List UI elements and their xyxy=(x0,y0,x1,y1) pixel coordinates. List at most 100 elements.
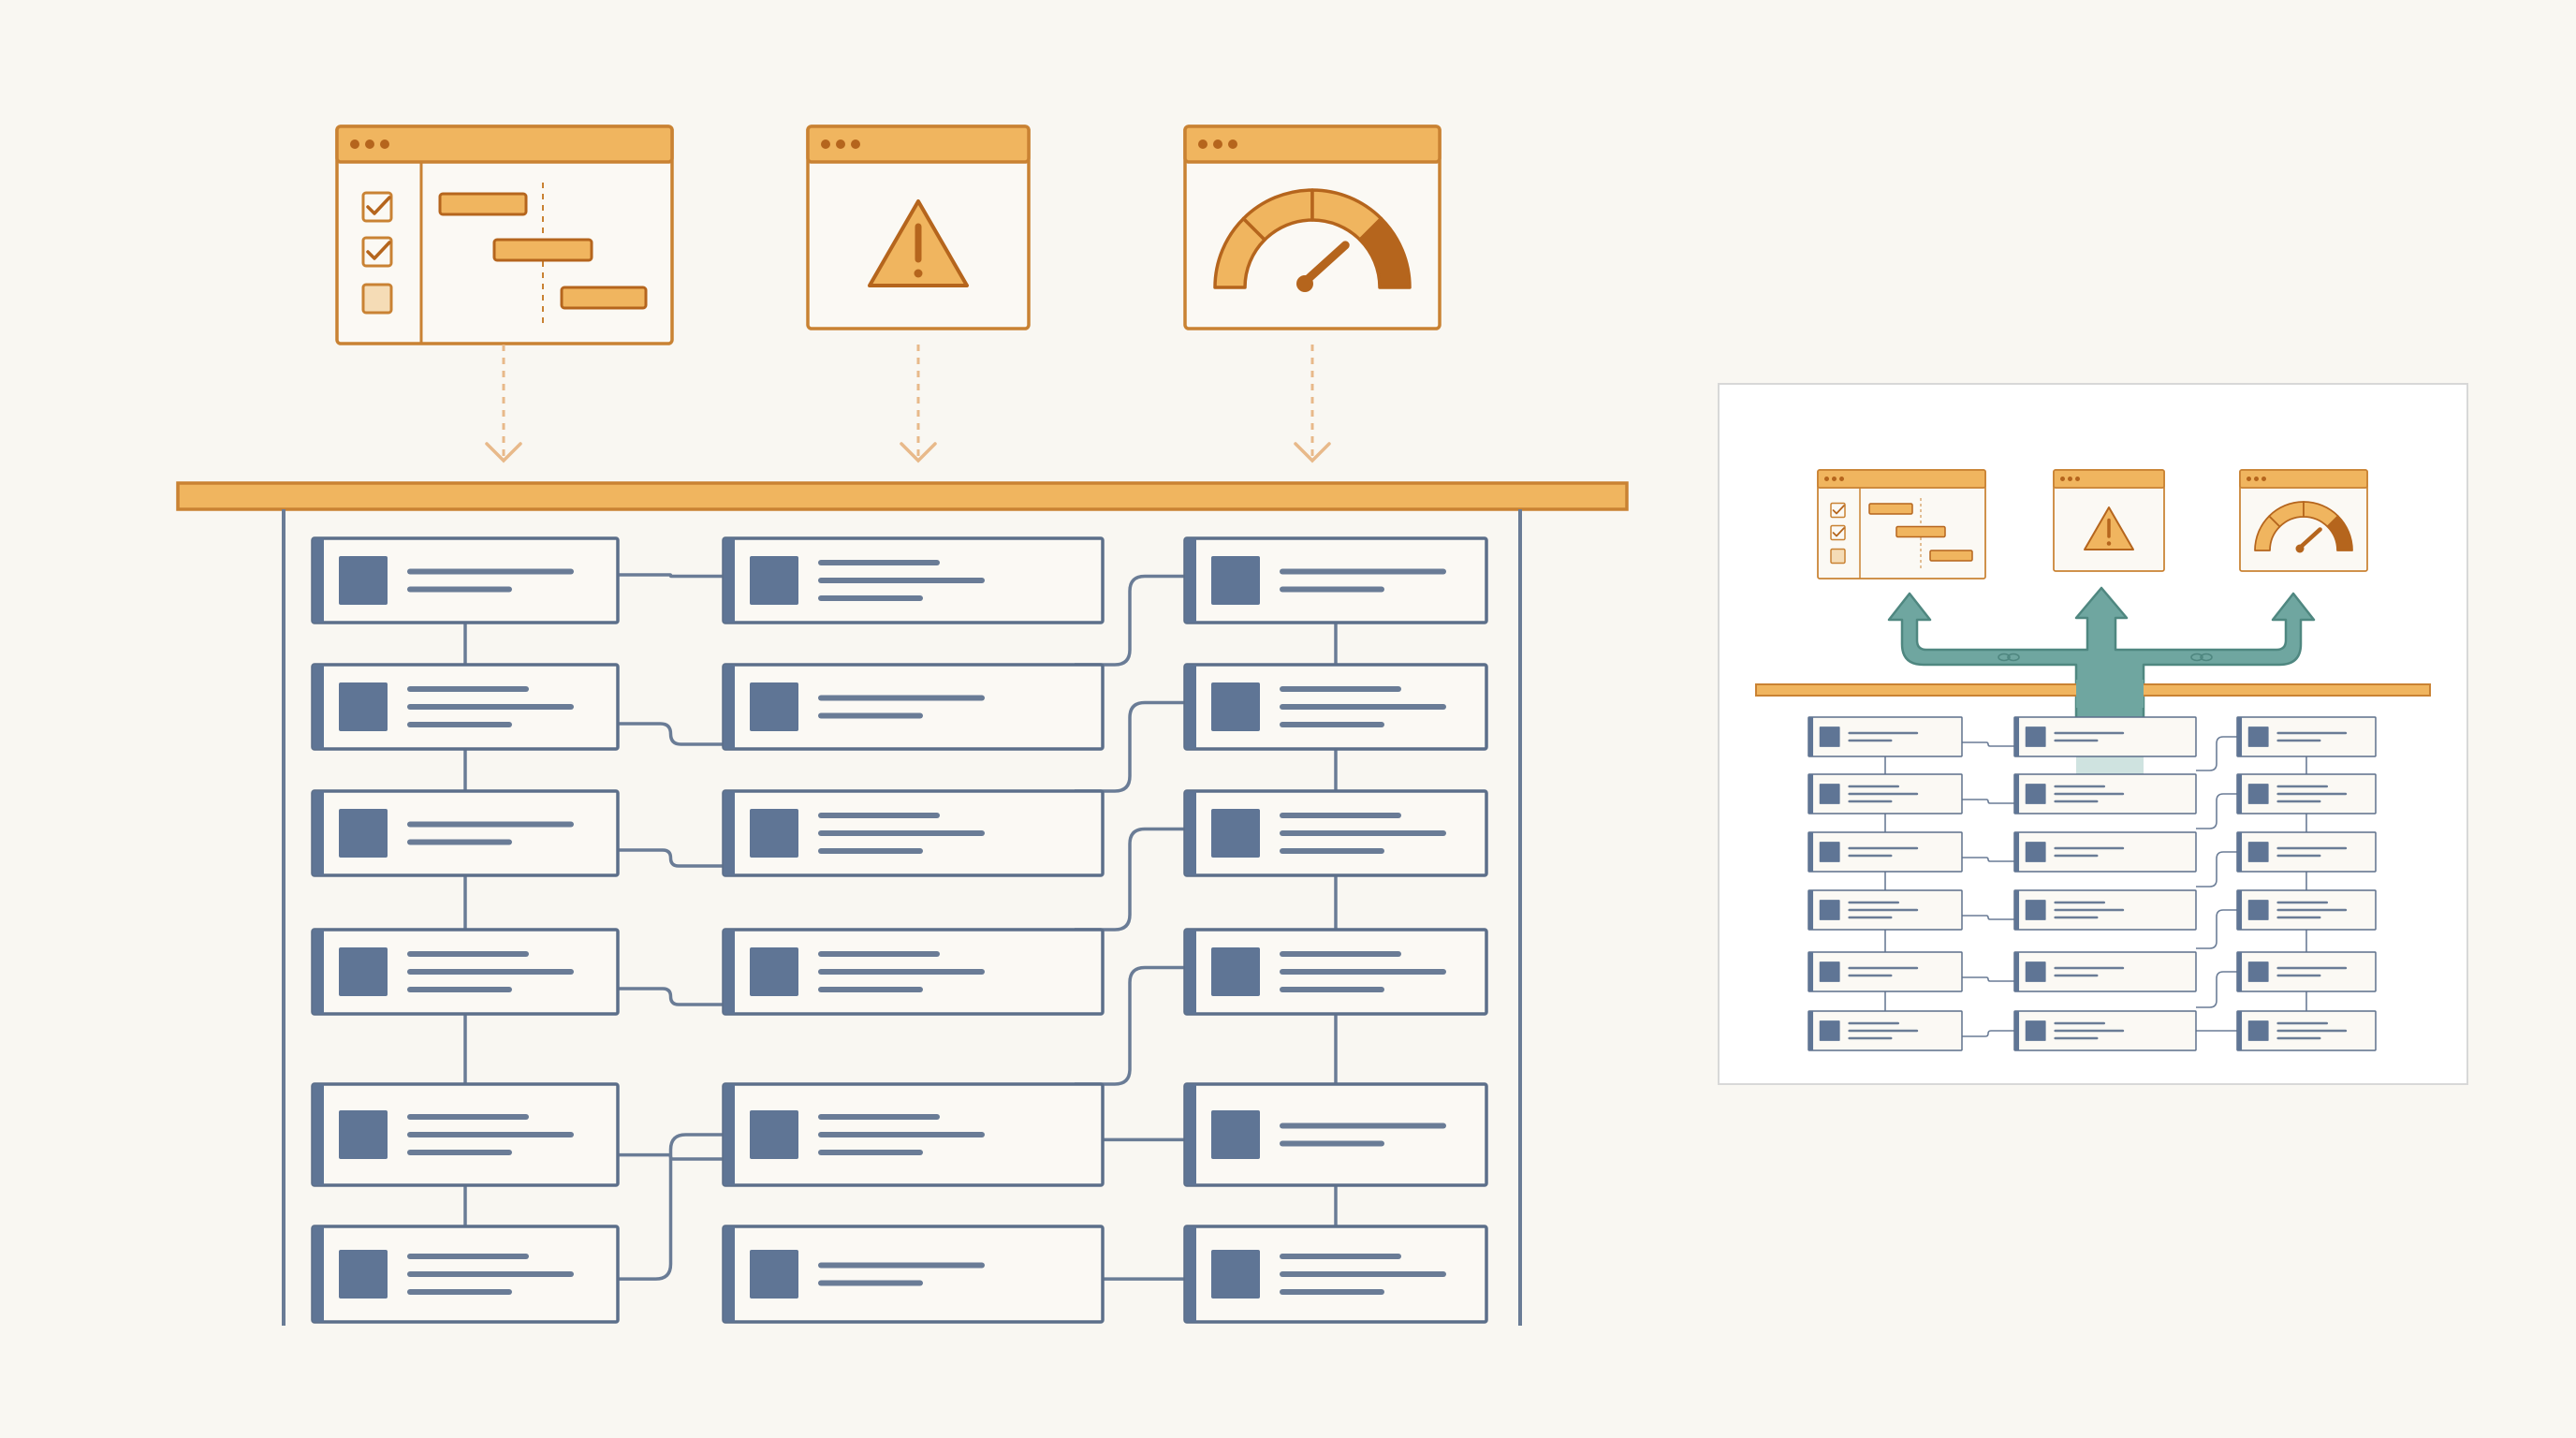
node-square-icon xyxy=(1211,556,1260,605)
node-card xyxy=(722,536,1105,624)
node-square-icon xyxy=(1819,900,1840,920)
node-square-icon xyxy=(2247,842,2269,862)
checkbox-icon xyxy=(1830,548,1846,565)
node-square-icon xyxy=(2247,726,2269,747)
node-side-bar xyxy=(724,538,735,623)
node-side-bar xyxy=(1185,665,1196,749)
speedometer-gauge-icon xyxy=(1183,125,1442,330)
node-square-icon xyxy=(2025,961,2046,982)
titlebar-dot-icon xyxy=(350,139,359,149)
node-square-icon xyxy=(750,556,798,605)
node-square-icon xyxy=(750,1250,798,1299)
gantt-bar xyxy=(1929,550,1973,562)
node-card xyxy=(722,789,1105,877)
titlebar-dot-icon xyxy=(365,139,374,149)
node-card xyxy=(2013,889,2197,931)
node-card xyxy=(311,536,620,624)
node-card xyxy=(311,1082,620,1187)
gantt-bar xyxy=(1868,503,1913,515)
node-side-bar xyxy=(2014,832,2020,872)
teal-trunk-through-bar xyxy=(2076,680,2144,708)
node-card xyxy=(2013,716,2197,757)
node-card xyxy=(1808,773,1963,814)
node-side-bar xyxy=(313,1084,324,1185)
node-connector xyxy=(618,987,724,1006)
node-card xyxy=(1183,789,1488,877)
node-card xyxy=(1808,889,1963,931)
node-square-icon xyxy=(750,682,798,731)
diagram-canvas xyxy=(0,0,2576,1438)
gauge-hub xyxy=(2295,544,2305,553)
node-card xyxy=(2013,831,2197,873)
inset-panel xyxy=(1718,383,2468,1085)
node-card xyxy=(2236,831,2377,873)
node-card xyxy=(311,928,620,1016)
node-card xyxy=(722,928,1105,1016)
checkbox-icon xyxy=(361,283,393,315)
node-square-icon xyxy=(1211,1110,1260,1159)
titlebar-dot-icon xyxy=(821,139,830,149)
warning-triangle-icon xyxy=(2053,469,2165,572)
node-side-bar xyxy=(2237,1011,2243,1050)
top-app-windows xyxy=(335,125,1442,345)
node-card xyxy=(2013,1010,2197,1051)
node-connector xyxy=(618,848,724,868)
node-square-icon xyxy=(339,1250,388,1299)
titlebar-dot-icon xyxy=(851,139,860,149)
node-card xyxy=(2236,1010,2377,1051)
node-side-bar xyxy=(2014,717,2020,756)
gantt-bar xyxy=(1895,525,1946,538)
node-side-bar xyxy=(1808,774,1814,814)
node-square-icon xyxy=(2247,900,2269,920)
node-side-bar xyxy=(1808,952,1814,991)
node-square-icon xyxy=(2025,726,2046,747)
exclamation-dot xyxy=(2106,541,2112,546)
node-card xyxy=(1808,831,1963,873)
node-square-icon xyxy=(339,1110,388,1159)
node-side-bar xyxy=(2014,774,2020,814)
node-side-bar xyxy=(2237,717,2243,756)
main-diagram xyxy=(176,125,2468,1326)
node-square-icon xyxy=(1211,1250,1260,1299)
node-side-bar xyxy=(2237,832,2243,872)
node-side-bar xyxy=(1185,930,1196,1014)
gantt-bar xyxy=(492,238,593,262)
node-card xyxy=(722,663,1105,751)
node-card xyxy=(2236,773,2377,814)
node-square-icon xyxy=(1211,682,1260,731)
node-card xyxy=(722,1225,1105,1324)
node-card xyxy=(1183,928,1488,1016)
node-card xyxy=(722,1082,1105,1187)
node-side-bar xyxy=(1185,1226,1196,1322)
node-side-bar xyxy=(724,1226,735,1322)
titlebar-dot-icon xyxy=(1198,139,1208,149)
titlebar-dot-icon xyxy=(2247,477,2251,481)
node-card xyxy=(1808,1010,1963,1051)
node-square-icon xyxy=(2025,784,2046,804)
node-side-bar xyxy=(724,1084,735,1185)
node-square-icon xyxy=(339,947,388,996)
node-side-bar xyxy=(313,791,324,875)
node-side-bar xyxy=(2014,1011,2020,1050)
node-side-bar xyxy=(1185,538,1196,623)
node-card xyxy=(311,663,620,751)
warning-triangle-icon xyxy=(806,125,1031,330)
titlebar-dot-icon xyxy=(380,139,389,149)
node-square-icon xyxy=(2247,1020,2269,1041)
gantt-bar xyxy=(560,286,648,310)
exclamation-dot xyxy=(914,269,923,278)
node-square-icon xyxy=(339,682,388,731)
node-side-bar xyxy=(1185,791,1196,875)
node-square-icon xyxy=(1819,842,1840,862)
titlebar-dot-icon xyxy=(2254,477,2259,481)
window-titlebar xyxy=(1183,125,1442,164)
node-square-icon xyxy=(750,1110,798,1159)
node-square-icon xyxy=(750,947,798,996)
node-side-bar xyxy=(2237,890,2243,930)
node-side-bar xyxy=(313,665,324,749)
node-card xyxy=(2236,951,2377,992)
titlebar-dot-icon xyxy=(2261,477,2266,481)
node-square-icon xyxy=(1211,809,1260,858)
node-card xyxy=(1183,1225,1488,1324)
titlebar-dot-icon xyxy=(2060,477,2065,481)
